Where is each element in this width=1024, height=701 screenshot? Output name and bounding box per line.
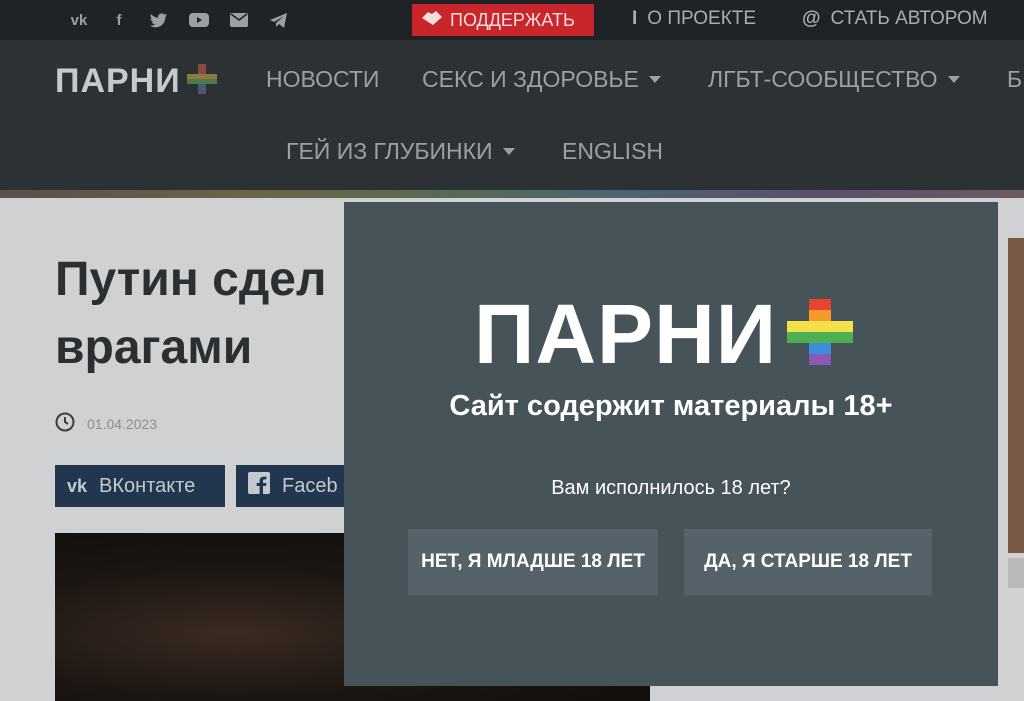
- nav-lgbt-label: ЛГБТ-СООБЩЕСТВО: [708, 66, 938, 92]
- at-icon: @: [802, 8, 821, 29]
- support-label: ПОДДЕРЖАТЬ: [450, 9, 575, 30]
- nav-news[interactable]: НОВОСТИ: [266, 66, 379, 93]
- article-date-text: 01.04.2023: [87, 415, 158, 432]
- rainbow-plus-icon: [787, 298, 854, 370]
- nav-english-label: ENGLISH: [562, 138, 663, 164]
- age-verification-modal: ПАРНИ Сайт содержит материалы 18+ Вам ис…: [344, 202, 998, 686]
- about-link[interactable]: i О ПРОЕКТЕ: [632, 8, 756, 30]
- info-icon: i: [632, 8, 638, 29]
- article-date: 01.04.2023: [55, 412, 157, 435]
- facebook-icon[interactable]: f: [108, 10, 130, 30]
- share-vk-label: ВКонтакте: [99, 474, 196, 497]
- rainbow-divider: [0, 190, 1024, 198]
- social-links: vk f: [68, 10, 290, 30]
- age-question: Вам исполнилось 18 лет?: [551, 477, 791, 499]
- telegram-icon[interactable]: [268, 10, 290, 30]
- chevron-down-icon: [502, 148, 515, 155]
- nav-more-label: Б: [1007, 66, 1023, 92]
- modal-logo-text: ПАРНИ: [474, 287, 778, 381]
- site-logo[interactable]: ПАРНИ: [55, 62, 217, 101]
- nav-gay-outback[interactable]: ГЕЙ ИЗ ГЛУБИНКИ: [286, 138, 515, 165]
- nav-more[interactable]: Б: [1007, 66, 1022, 93]
- chevron-down-icon: [648, 76, 661, 83]
- nav-sex-health[interactable]: СЕКС И ЗДОРОВЬЕ: [422, 66, 661, 93]
- nav-lgbt[interactable]: ЛГБТ-СООБЩЕСТВО: [708, 66, 960, 93]
- site-header: ПАРНИ НОВОСТИ СЕКС И ЗДОРОВЬЕ ЛГБТ-СООБЩ…: [0, 40, 1024, 190]
- share-facebook-label: Faceb: [282, 474, 338, 497]
- vk-icon: vk: [67, 475, 88, 496]
- under-18-button[interactable]: НЕТ, Я МЛАДШЕ 18 ЛЕТ: [408, 529, 658, 595]
- handshake-icon: [420, 9, 444, 32]
- become-author-label: СТАТЬ АВТОРОМ: [830, 8, 988, 29]
- sidebar-image: [1008, 238, 1024, 553]
- modal-logo: ПАРНИ: [474, 287, 854, 381]
- share-vk-button[interactable]: vk ВКонтакте: [55, 465, 225, 507]
- youtube-icon[interactable]: [188, 10, 210, 30]
- logo-text: ПАРНИ: [55, 62, 181, 100]
- chevron-down-icon: [947, 76, 960, 83]
- nav-sex-health-label: СЕКС И ЗДОРОВЬЕ: [422, 66, 639, 92]
- about-label: О ПРОЕКТЕ: [647, 8, 757, 29]
- modal-heading: Сайт содержит материалы 18+: [449, 390, 893, 422]
- nav-news-label: НОВОСТИ: [266, 66, 380, 92]
- share-facebook-button[interactable]: Faceb: [236, 465, 356, 507]
- rainbow-plus-icon: [186, 64, 217, 99]
- support-button[interactable]: ПОДДЕРЖАТЬ: [412, 4, 594, 36]
- sidebar-image-secondary: [1008, 558, 1024, 588]
- become-author-link[interactable]: @ СТАТЬ АВТОРОМ: [802, 8, 988, 30]
- top-bar: vk f ПОДДЕРЖАТЬ i О ПРОЕКТЕ @ СТАТЬ АВТО…: [0, 0, 1024, 40]
- nav-english[interactable]: ENGLISH: [562, 138, 663, 165]
- nav-gay-outback-label: ГЕЙ ИЗ ГЛУБИНКИ: [286, 138, 493, 164]
- clock-icon: [55, 412, 75, 435]
- facebook-icon: [248, 472, 270, 500]
- vk-icon[interactable]: vk: [68, 10, 90, 30]
- twitter-icon[interactable]: [148, 10, 170, 30]
- over-18-button[interactable]: ДА, Я СТАРШЕ 18 ЛЕТ: [684, 529, 932, 595]
- mail-icon[interactable]: [228, 10, 250, 30]
